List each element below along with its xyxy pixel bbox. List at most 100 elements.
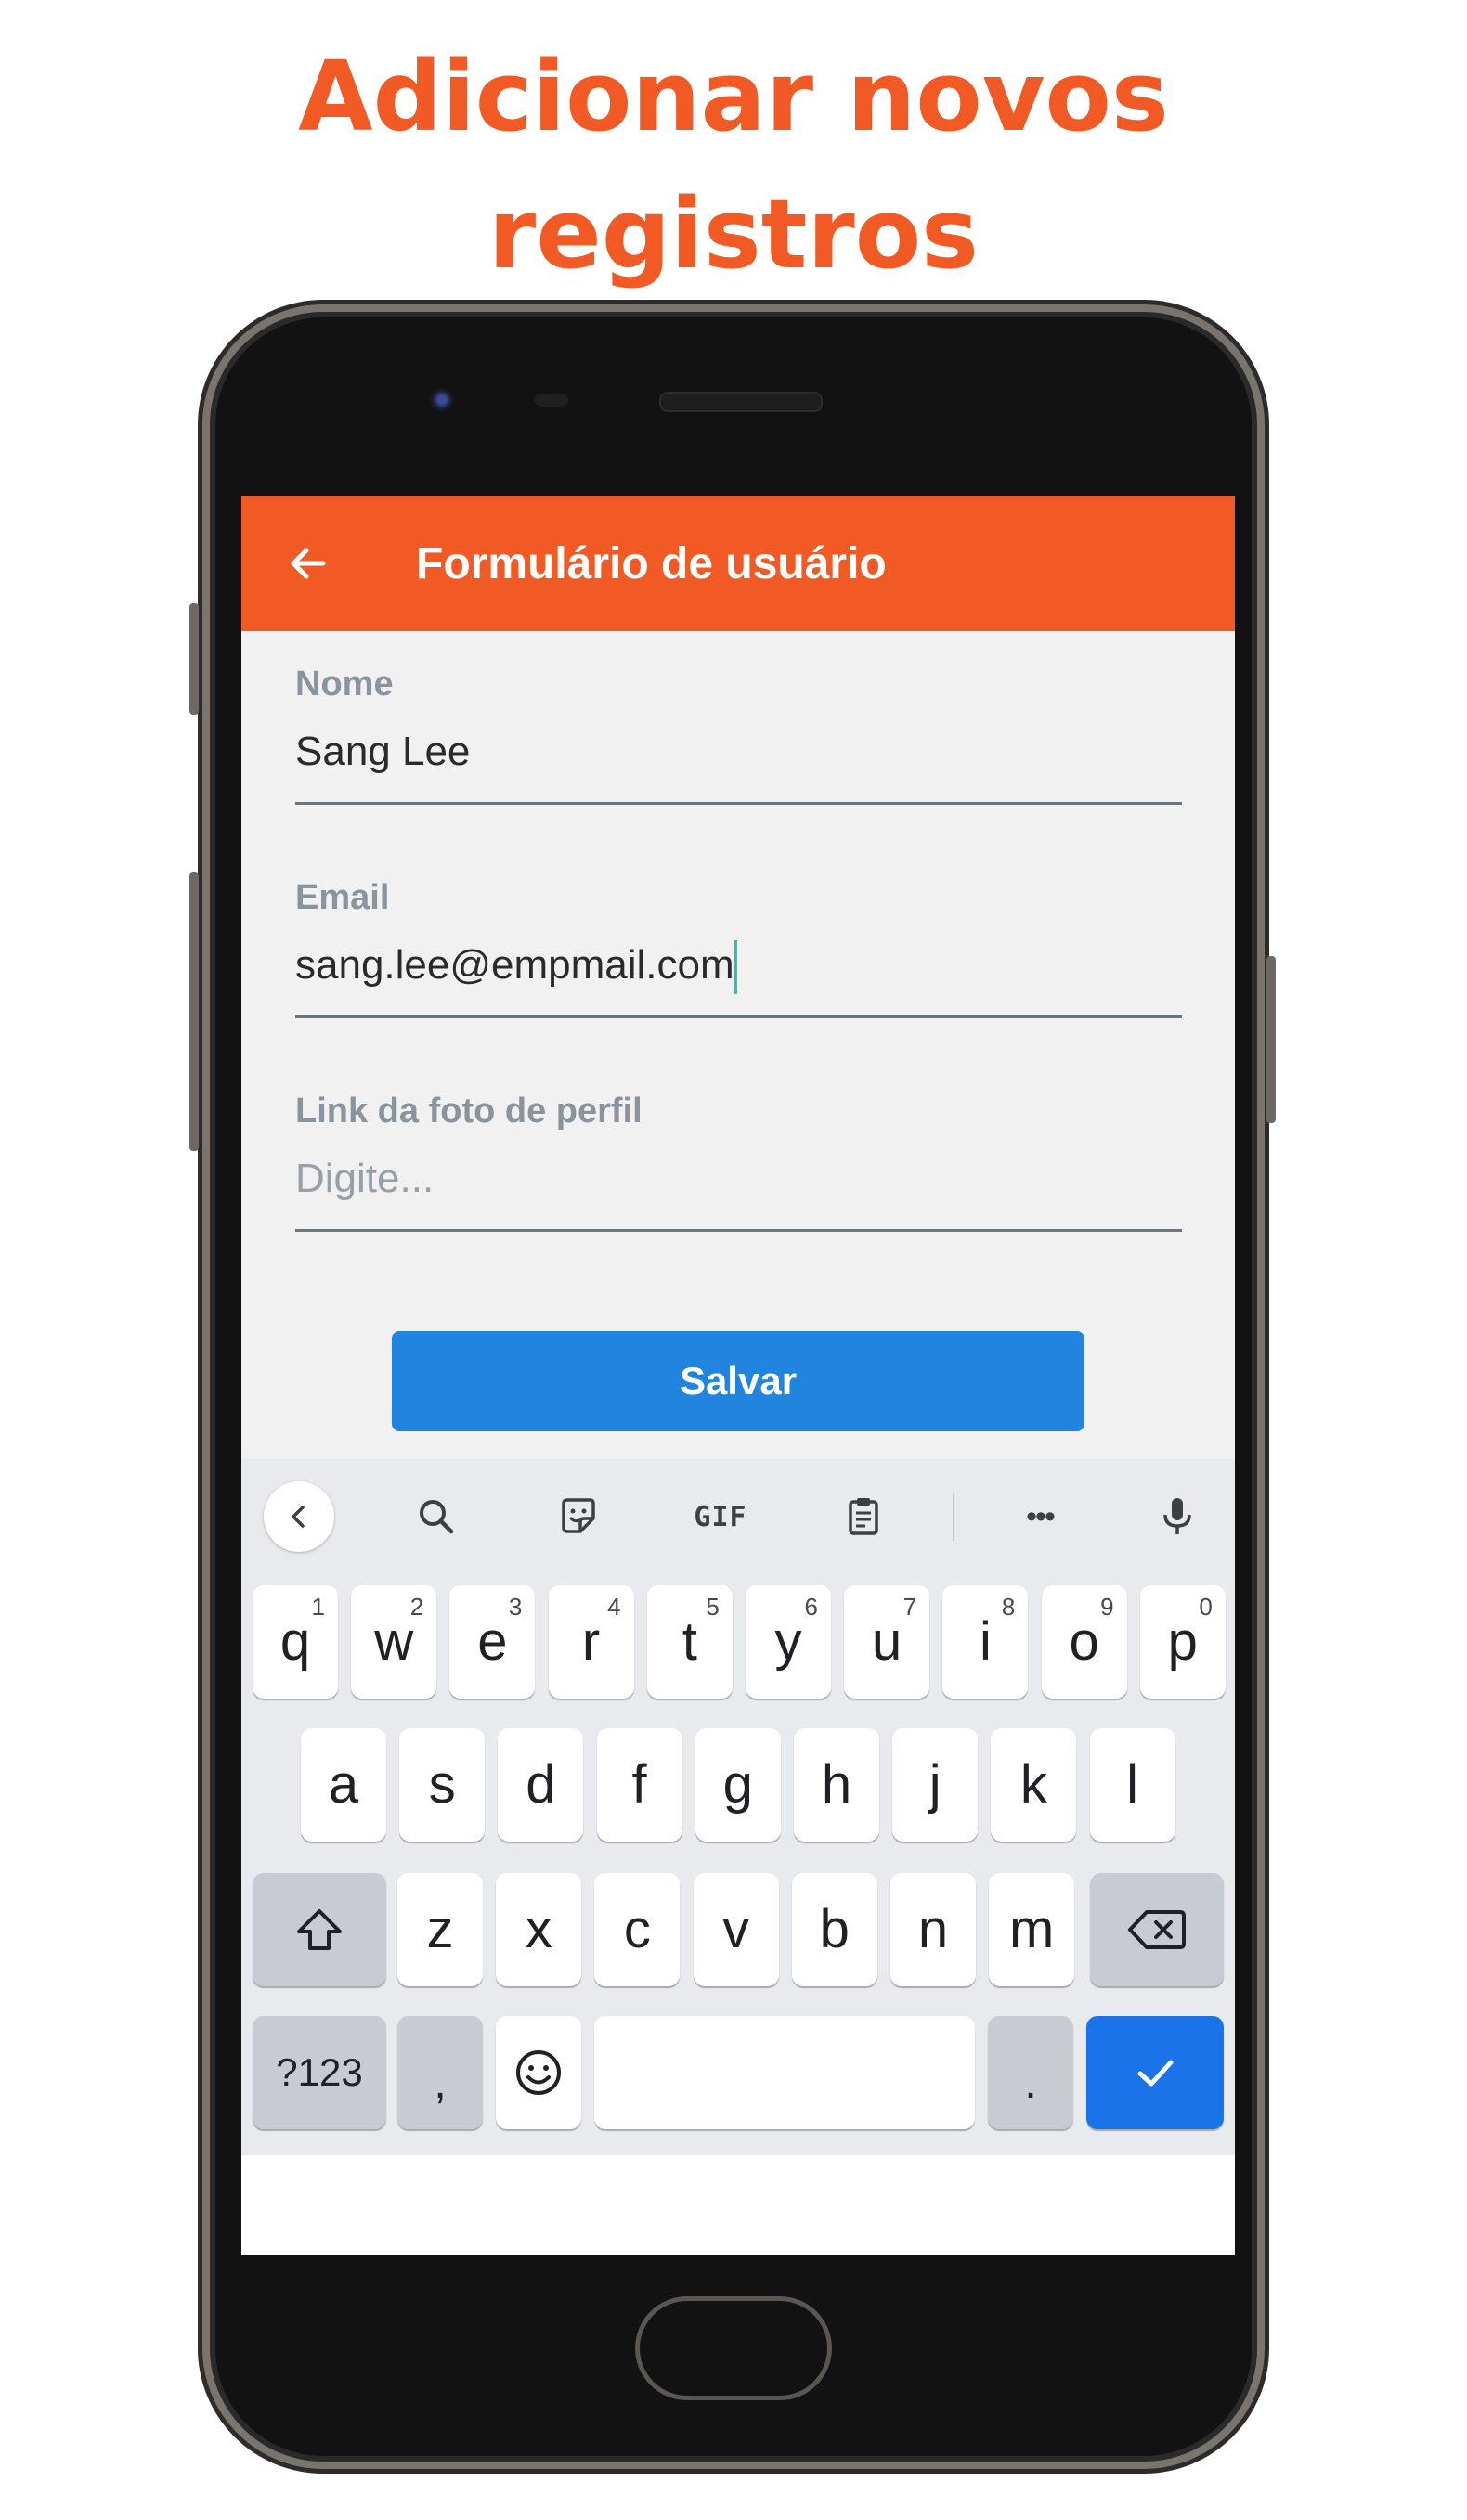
symbols-key[interactable]: ?123 bbox=[253, 2016, 386, 2129]
arrow-left-icon[interactable] bbox=[284, 540, 331, 587]
key-s[interactable]: s bbox=[399, 1728, 486, 1842]
name-underline bbox=[295, 802, 1182, 805]
earpiece-speaker bbox=[659, 392, 823, 412]
key-label: u bbox=[872, 1611, 902, 1672]
email-input[interactable] bbox=[295, 937, 1182, 993]
key-hint: 7 bbox=[902, 1593, 917, 1621]
key-a[interactable]: a bbox=[301, 1728, 386, 1842]
soft-keyboard: GIF ••• q1w2e3r4t5y6u7i8o9p0 asdfghjkl z… bbox=[241, 1459, 1235, 2155]
key-w[interactable]: w2 bbox=[351, 1585, 437, 1699]
key-e[interactable]: e3 bbox=[449, 1585, 536, 1699]
shift-icon bbox=[297, 1909, 342, 1950]
enter-key[interactable] bbox=[1086, 2016, 1224, 2129]
key-b[interactable]: b bbox=[791, 1873, 877, 1986]
key-label: e bbox=[477, 1611, 508, 1672]
key-g[interactable]: g bbox=[695, 1728, 781, 1842]
key-label: x bbox=[525, 1899, 552, 1959]
key-label: b bbox=[819, 1899, 850, 1959]
key-hint: 8 bbox=[1001, 1593, 1016, 1621]
key-label: z bbox=[426, 1899, 454, 1959]
home-button[interactable] bbox=[635, 2296, 832, 2400]
app-bar: Formulário de usuário bbox=[241, 496, 1235, 631]
save-button[interactable]: Salvar bbox=[392, 1331, 1084, 1431]
toolbar-divider bbox=[953, 1493, 954, 1541]
key-label: d bbox=[526, 1754, 556, 1815]
key-label: w bbox=[374, 1611, 414, 1672]
photo-link-input[interactable] bbox=[295, 1151, 1182, 1207]
key-label: v bbox=[722, 1899, 750, 1959]
headline-line-2: registros bbox=[487, 177, 980, 291]
key-z[interactable]: z bbox=[397, 1873, 483, 1986]
power-button bbox=[1266, 956, 1276, 1123]
page-title: Formulário de usuário bbox=[416, 539, 887, 588]
key-q[interactable]: q1 bbox=[253, 1585, 338, 1699]
volume-button-down bbox=[189, 872, 199, 1151]
front-camera bbox=[429, 388, 455, 414]
key-label: r bbox=[581, 1611, 601, 1672]
key-i[interactable]: i8 bbox=[942, 1585, 1029, 1699]
photo-link-label: Link da foto de perfil bbox=[295, 1092, 643, 1131]
key-c[interactable]: c bbox=[594, 1873, 681, 1986]
key-label: a bbox=[328, 1754, 359, 1815]
key-k[interactable]: k bbox=[991, 1728, 1077, 1842]
key-hint: 2 bbox=[409, 1593, 424, 1621]
proximity-sensor bbox=[535, 394, 568, 407]
key-d[interactable]: d bbox=[498, 1728, 584, 1842]
search-icon[interactable] bbox=[401, 1481, 472, 1552]
photo-link-underline bbox=[295, 1229, 1182, 1232]
key-p[interactable]: p0 bbox=[1139, 1585, 1226, 1699]
name-label: Nome bbox=[295, 665, 394, 704]
key-label: c bbox=[623, 1899, 651, 1959]
key-hint: 5 bbox=[706, 1593, 720, 1621]
system-nav-area bbox=[241, 2155, 1235, 2255]
key-o[interactable]: o9 bbox=[1041, 1585, 1127, 1699]
key-t[interactable]: t5 bbox=[646, 1585, 733, 1699]
backspace-key[interactable] bbox=[1090, 1873, 1224, 1986]
key-hint: 9 bbox=[1100, 1593, 1114, 1621]
key-v[interactable]: v bbox=[693, 1873, 779, 1986]
comma-key[interactable]: , bbox=[397, 2016, 483, 2129]
key-label: t bbox=[682, 1611, 697, 1672]
key-label: j bbox=[928, 1754, 941, 1815]
key-m[interactable]: m bbox=[989, 1873, 1075, 1986]
key-l[interactable]: l bbox=[1089, 1728, 1175, 1842]
key-hint: 1 bbox=[311, 1593, 325, 1621]
key-label: g bbox=[722, 1754, 753, 1815]
key-x[interactable]: x bbox=[496, 1873, 582, 1986]
email-label: Email bbox=[295, 878, 390, 917]
gif-button[interactable]: GIF bbox=[685, 1481, 756, 1552]
photo-link-field: Link da foto de perfil bbox=[295, 1090, 1182, 1266]
key-j[interactable]: j bbox=[892, 1728, 979, 1842]
key-r[interactable]: r4 bbox=[548, 1585, 634, 1699]
key-f[interactable]: f bbox=[596, 1728, 682, 1842]
key-label: h bbox=[821, 1754, 852, 1815]
sticker-icon[interactable] bbox=[543, 1481, 614, 1552]
phone-screen: Formulário de usuário Nome Email sa n g. l e… bbox=[241, 496, 1235, 2255]
clipboard-icon[interactable] bbox=[828, 1481, 899, 1552]
period-key-label: . bbox=[1024, 2059, 1037, 2108]
key-label: k bbox=[1019, 1754, 1047, 1815]
key-n[interactable]: n bbox=[890, 1873, 976, 1986]
name-input[interactable] bbox=[295, 724, 1182, 780]
space-key[interactable] bbox=[594, 2016, 975, 2129]
chevron-left-icon[interactable] bbox=[264, 1481, 334, 1552]
headline-line-1: Adicionar novos bbox=[298, 40, 1169, 153]
more-options-icon: ••• bbox=[1026, 1498, 1056, 1534]
shift-key[interactable] bbox=[253, 1873, 386, 1986]
key-label: q bbox=[279, 1611, 311, 1672]
key-y[interactable]: y6 bbox=[746, 1585, 831, 1699]
symbols-key-label: ?123 bbox=[276, 2050, 363, 2094]
name-field: Nome bbox=[295, 663, 1182, 839]
key-h[interactable]: h bbox=[794, 1728, 879, 1842]
key-hint: 0 bbox=[1199, 1593, 1213, 1621]
more-options-button[interactable]: ••• bbox=[1005, 1481, 1075, 1552]
key-u[interactable]: u7 bbox=[844, 1585, 930, 1699]
checkmark-icon bbox=[1137, 2060, 1174, 2087]
key-hint: 4 bbox=[607, 1593, 621, 1621]
email-underline bbox=[295, 1015, 1182, 1018]
emoji-key[interactable] bbox=[496, 2016, 581, 2129]
key-label: o bbox=[1069, 1611, 1099, 1672]
comma-key-label: , bbox=[434, 2059, 447, 2108]
period-key[interactable]: . bbox=[988, 2016, 1073, 2129]
microphone-icon[interactable] bbox=[1142, 1481, 1213, 1552]
